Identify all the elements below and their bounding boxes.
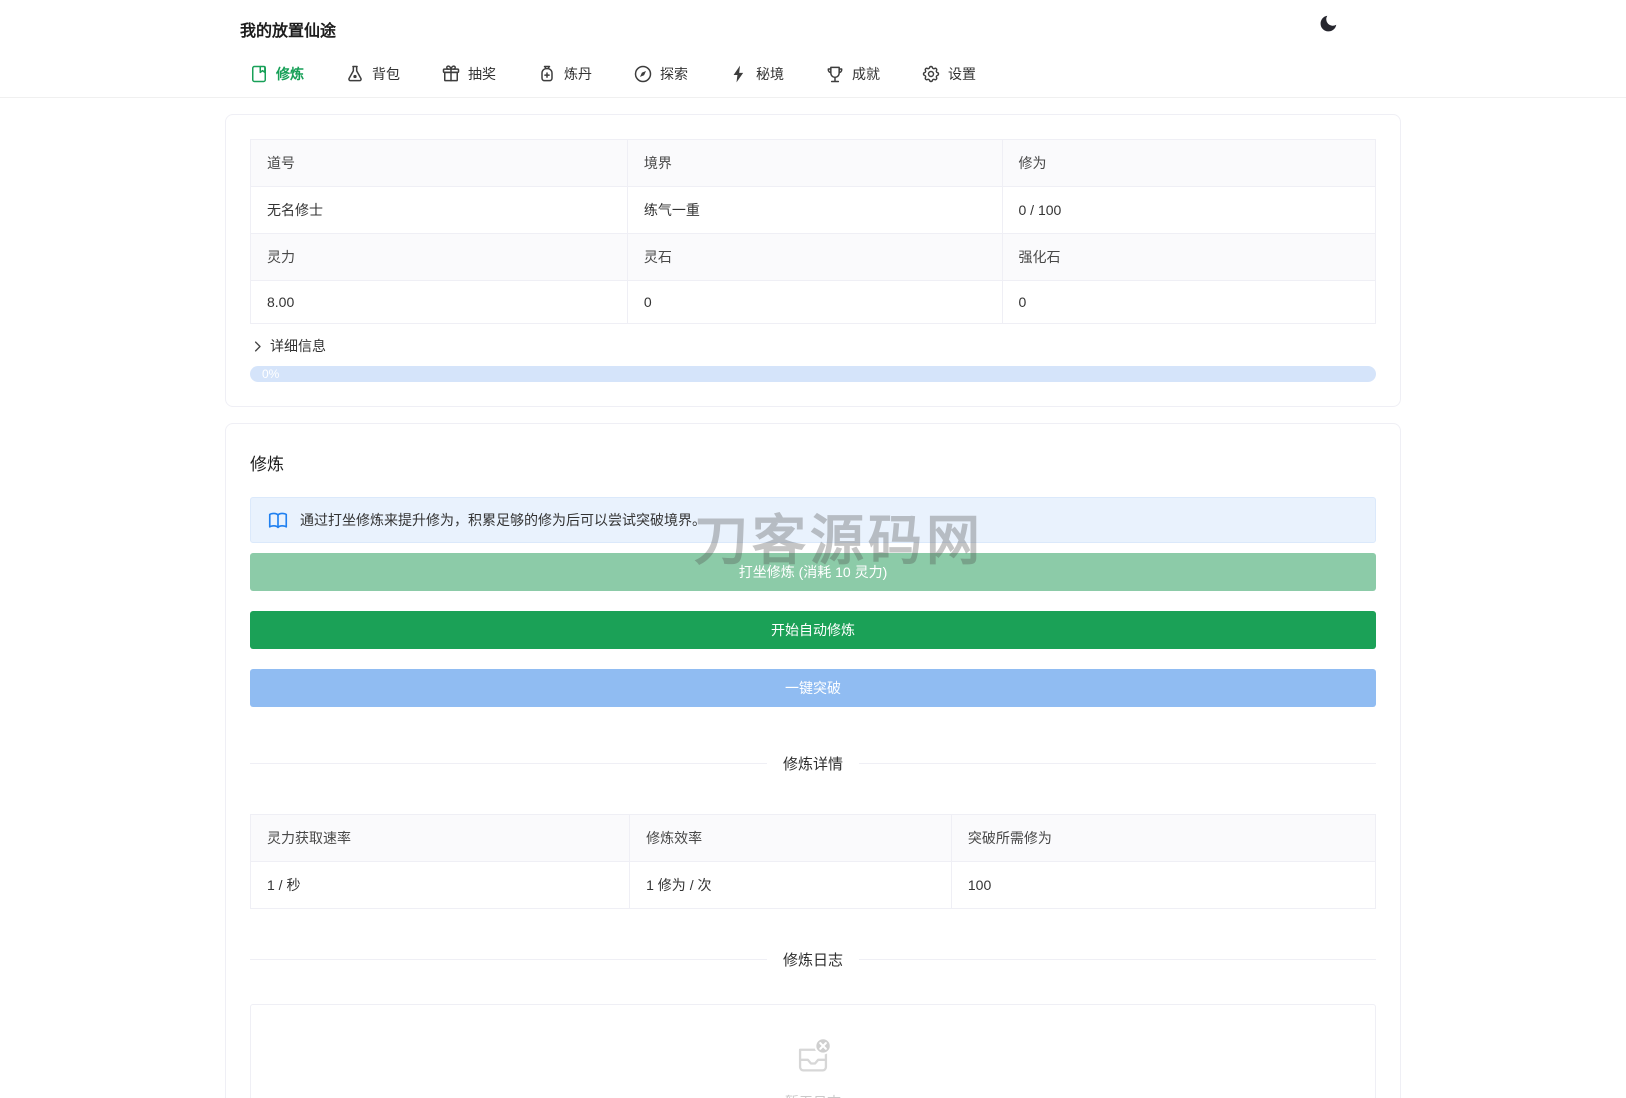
cell-cultivation-value: 0 / 100 bbox=[1001, 186, 1376, 234]
progress-percent-label: 0% bbox=[262, 367, 280, 381]
status-card: 道号 境界 修为 无名修士 练气一重 0 / 100 灵力 灵石 强化石 8.0… bbox=[225, 114, 1401, 407]
section-title: 修炼 bbox=[250, 455, 284, 474]
tab-settings[interactable]: 设置 bbox=[921, 64, 976, 84]
cell-dao-name-label: 道号 bbox=[250, 139, 628, 187]
details-toggle[interactable]: 详细信息 bbox=[250, 336, 326, 356]
cell-realm-label: 境界 bbox=[626, 139, 1003, 187]
table-row: 灵力 灵石 强化石 bbox=[250, 233, 1376, 281]
chevron-right-icon bbox=[250, 339, 265, 354]
tab-lottery[interactable]: 抽奖 bbox=[441, 64, 496, 84]
breakthrough-button[interactable]: 一键突破 bbox=[250, 669, 1376, 707]
gift-icon bbox=[441, 64, 461, 84]
log-divider: 修炼日志 bbox=[250, 949, 1376, 970]
auto-cultivate-button[interactable]: 开始自动修炼 bbox=[250, 611, 1376, 649]
gear-icon bbox=[921, 64, 941, 84]
app-title: 我的放置仙途 bbox=[240, 23, 337, 40]
tab-backpack[interactable]: 背包 bbox=[345, 64, 400, 84]
tab-label: 背包 bbox=[372, 66, 400, 82]
tab-explore[interactable]: 探索 bbox=[633, 64, 688, 84]
table-row: 1 / 秒 1 修为 / 次 100 bbox=[249, 861, 1377, 909]
table-row: 灵力获取速率 修炼效率 突破所需修为 bbox=[249, 814, 1377, 862]
trophy-icon bbox=[825, 64, 845, 84]
status-table: 道号 境界 修为 无名修士 练气一重 0 / 100 灵力 灵石 强化石 8.0… bbox=[250, 139, 1376, 324]
table-row: 8.00 0 0 bbox=[250, 280, 1376, 324]
cell-gain-rate-label: 灵力获取速率 bbox=[249, 814, 631, 862]
cell-breakthrough-req-value: 100 bbox=[950, 861, 1377, 909]
cell-dao-name-value: 无名修士 bbox=[250, 186, 628, 234]
main-content: 道号 境界 修为 无名修士 练气一重 0 / 100 灵力 灵石 强化石 8.0… bbox=[225, 114, 1401, 1098]
meditate-button[interactable]: 打坐修炼 (消耗 10 灵力) bbox=[250, 553, 1376, 591]
cell-efficiency-value: 1 修为 / 次 bbox=[629, 861, 952, 909]
details-divider-label: 修炼详情 bbox=[783, 756, 844, 773]
cell-realm-value: 练气一重 bbox=[626, 186, 1003, 234]
cell-spirit-power-label: 灵力 bbox=[250, 233, 628, 281]
empty-log-text: 暂无日志 bbox=[785, 1092, 841, 1098]
cultivation-tip-alert: 通过打坐修炼来提升修为，积累足够的修为后可以尝试突破境界。 bbox=[250, 497, 1376, 543]
cell-gain-rate-value: 1 / 秒 bbox=[249, 861, 631, 909]
log-empty-state: 暂无日志 bbox=[250, 1004, 1376, 1098]
cell-efficiency-label: 修炼效率 bbox=[629, 814, 952, 862]
cell-breakthrough-req-label: 突破所需修为 bbox=[950, 814, 1377, 862]
tab-label: 秘境 bbox=[756, 66, 784, 82]
open-book-icon bbox=[267, 509, 289, 531]
potion-jar-icon bbox=[537, 64, 557, 84]
cell-spirit-power-value: 8.00 bbox=[250, 280, 628, 324]
cultivation-details-table: 灵力获取速率 修炼效率 突破所需修为 1 / 秒 1 修为 / 次 100 bbox=[249, 814, 1377, 909]
cell-spirit-stone-label: 灵石 bbox=[626, 233, 1003, 281]
tab-label: 炼丹 bbox=[564, 66, 592, 82]
tab-cultivation[interactable]: 修炼 bbox=[249, 64, 304, 84]
theme-toggle-button[interactable] bbox=[1317, 13, 1339, 35]
app-root: 我的放置仙途 修炼 背包 抽奖 炼丹 探索 秘境 成就 设置 道号 境界 修为 … bbox=[0, 0, 1626, 1098]
app-header: 我的放置仙途 修炼 背包 抽奖 炼丹 探索 秘境 成就 设置 bbox=[0, 0, 1626, 98]
details-divider: 修炼详情 bbox=[250, 753, 1376, 774]
moon-icon bbox=[1317, 13, 1339, 35]
tab-achievements[interactable]: 成就 bbox=[825, 64, 880, 84]
tab-alchemy[interactable]: 炼丹 bbox=[537, 64, 592, 84]
tab-secret-realm[interactable]: 秘境 bbox=[729, 64, 784, 84]
cell-cultivation-label: 修为 bbox=[1001, 139, 1376, 187]
cell-enhance-stone-label: 强化石 bbox=[1001, 233, 1376, 281]
lightning-icon bbox=[729, 64, 749, 84]
flask-icon bbox=[345, 64, 365, 84]
main-nav: 修炼 背包 抽奖 炼丹 探索 秘境 成就 设置 bbox=[225, 41, 1401, 97]
cell-spirit-stone-value: 0 bbox=[626, 280, 1003, 324]
tab-label: 抽奖 bbox=[468, 66, 496, 82]
table-row: 无名修士 练气一重 0 / 100 bbox=[250, 186, 1376, 234]
book-icon bbox=[249, 64, 269, 84]
tab-label: 修炼 bbox=[276, 66, 304, 82]
tab-label: 成就 bbox=[852, 66, 880, 82]
inbox-x-icon bbox=[790, 1033, 836, 1079]
cultivation-tip-text: 通过打坐修炼来提升修为，积累足够的修为后可以尝试突破境界。 bbox=[300, 512, 706, 528]
table-row: 道号 境界 修为 bbox=[250, 139, 1376, 187]
cell-enhance-stone-value: 0 bbox=[1001, 280, 1376, 324]
details-toggle-label: 详细信息 bbox=[270, 338, 326, 354]
cultivation-card: 修炼 通过打坐修炼来提升修为，积累足够的修为后可以尝试突破境界。 打坐修炼 (消… bbox=[225, 423, 1401, 1098]
compass-icon bbox=[633, 64, 653, 84]
tab-label: 探索 bbox=[660, 66, 688, 82]
log-divider-label: 修炼日志 bbox=[783, 952, 844, 969]
cultivation-progress-bar: 0% bbox=[250, 366, 1376, 382]
tab-label: 设置 bbox=[948, 66, 976, 82]
